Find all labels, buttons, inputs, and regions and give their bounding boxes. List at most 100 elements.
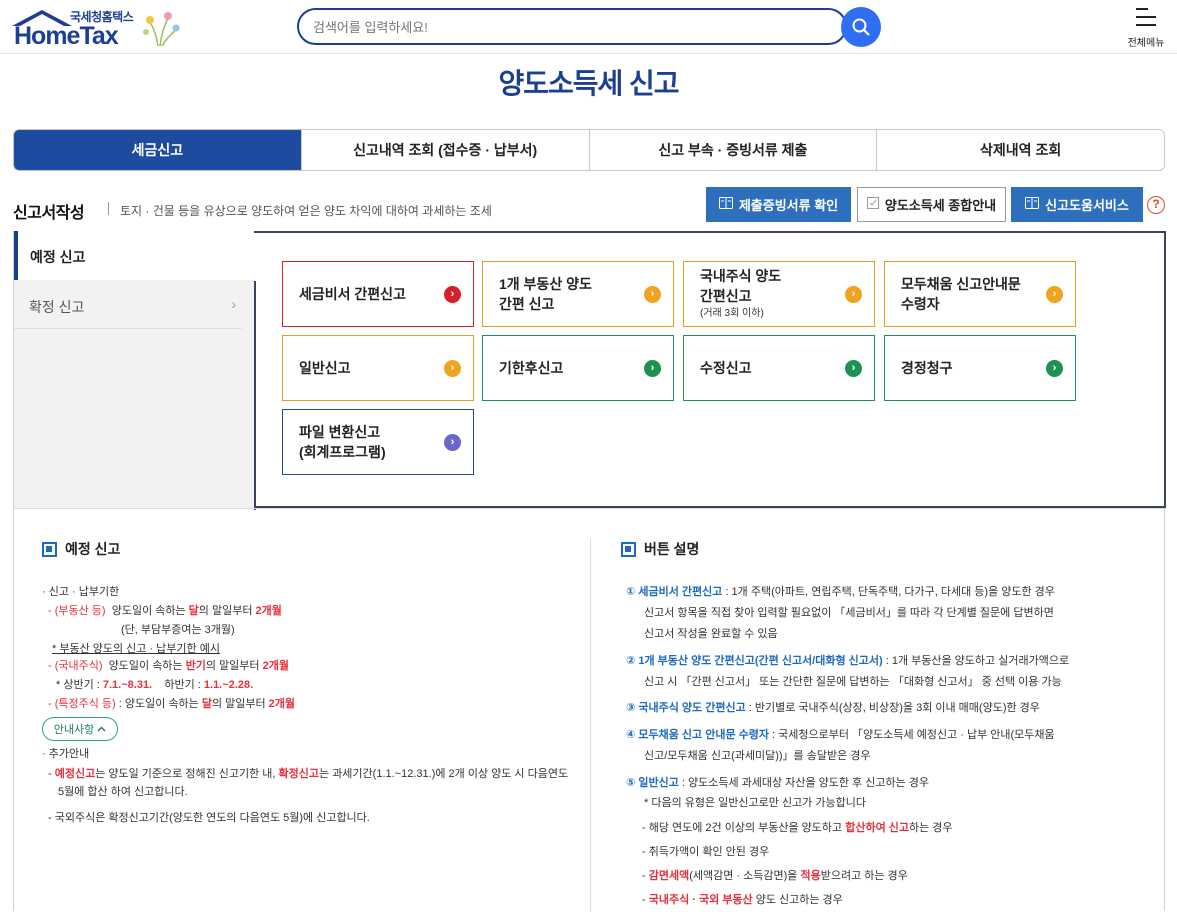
info-emphasis: 7.1.~8.31. xyxy=(102,679,153,691)
desc-line: - 해당 연도에 2건 이상의 부동산을 양도하고 합산하여 신고하는 경우 xyxy=(642,819,953,835)
book-icon xyxy=(718,197,733,212)
desc-emphasis: 국내주식 · 국외 부동산 xyxy=(648,894,753,906)
desc-text: : 반기별로 국내주식(상장, 비상장)을 3회 이내 매매(양도)한 경우 xyxy=(745,702,1040,714)
info-text: 의 말일부터 xyxy=(211,698,269,710)
left-nav: 예정 신고 확정 신고 › xyxy=(14,231,254,508)
nav-item-final-filing[interactable]: 확정 신고 › xyxy=(14,280,242,329)
card-amended-filing[interactable]: 수정신고 › xyxy=(683,335,875,401)
card-prefilled-notice-recipient[interactable]: 모두채움 신고안내문 수령자 › xyxy=(884,261,1076,327)
card-label: 경정청구 xyxy=(901,360,953,376)
desc-text: : 국세청으로부터 「양도소득세 예정신고 · 납부 안내(모두채움 xyxy=(768,729,1055,741)
overall-guide-button[interactable]: 양도소득세 종합안내 xyxy=(857,187,1006,222)
card-domestic-stock-filing[interactable]: 국내주식 양도 간편신고 (거래 3회 이하) › xyxy=(683,261,875,327)
info-emphasis: 달 xyxy=(201,698,212,710)
search-button[interactable] xyxy=(841,7,881,47)
menu-label: 전체메뉴 xyxy=(1127,38,1165,49)
filing-help-button[interactable]: 신고도움서비스 xyxy=(1011,187,1143,222)
heading-text: 예정 신고 xyxy=(65,541,121,557)
desc-text: (세액감면 · 소득감면)을 xyxy=(689,870,801,882)
info-emphasis: 예정신고 xyxy=(54,768,96,780)
search-bar[interactable] xyxy=(297,8,847,45)
desc-text: 하는 경우 xyxy=(909,822,953,834)
desc-text: 양도 신고하는 경우 xyxy=(752,894,843,906)
info-text: 의 말일부터 xyxy=(205,660,263,672)
card-correction-claim[interactable]: 경정청구 › xyxy=(884,335,1076,401)
desc-number: ③ xyxy=(626,702,639,714)
desc-line: 신고 시 「간편 신고서」 또는 간단한 질문에 답변하는 「대화형 신고서」 … xyxy=(644,676,1062,688)
desc-emphasis: 합산하여 신고 xyxy=(845,822,909,834)
card-label-line1: 파일 변환신고 xyxy=(299,424,381,440)
info-emphasis: 2개월 xyxy=(268,698,296,710)
desc-emphasis: 국내주식 양도 간편신고 xyxy=(638,702,746,714)
info-text: : 양도일이 속하는 xyxy=(115,698,202,710)
card-label-line2: (회계프로그램) xyxy=(299,444,386,460)
square-bullet-icon xyxy=(621,541,636,557)
desc-emphasis: 일반신고 xyxy=(638,777,679,789)
column-divider xyxy=(590,539,591,912)
info-line: - (특정주식 등) : 양도일이 속하는 달의 말일부터 2개월 xyxy=(48,695,295,711)
desc-number: ① xyxy=(626,586,639,598)
desc-emphasis: 적용 xyxy=(800,870,821,882)
desc-emphasis: 감면세액 xyxy=(648,870,690,882)
info-line: · 추가안내 xyxy=(42,748,90,760)
search-input[interactable] xyxy=(313,17,833,37)
card-label-line1: 국내주식 양도 xyxy=(700,268,782,284)
info-emphasis: 달 xyxy=(188,605,199,617)
chevron-right-icon: › xyxy=(444,434,461,451)
desc-number: ④ xyxy=(626,729,639,741)
card-sub-label: (거래 3회 이하) xyxy=(700,308,764,319)
card-file-conversion-filing[interactable]: 파일 변환신고 (회계프로그램) › xyxy=(282,409,474,475)
tab-filing-history[interactable]: 신고내역 조회 (접수증 · 납부서) xyxy=(300,130,589,170)
desc-text: : 1개 부동산을 양도하고 실거래가액으로 xyxy=(882,655,1070,667)
nav-item-label: 확정 신고 xyxy=(29,299,85,315)
desc-emphasis: 모두채움 신고 안내문 수령자 xyxy=(638,729,769,741)
hometax-logo[interactable]: 국세청홈택스 HomeTax xyxy=(12,6,187,50)
main-tabs: 세금신고 신고내역 조회 (접수증 · 납부서) 신고 부속 · 증빙서류 제출… xyxy=(13,129,1165,171)
desc-line: * 다음의 유형은 일반신고로만 신고가 가능합니다 xyxy=(644,797,866,809)
card-label-line1: 모두채움 신고안내문 xyxy=(901,276,1021,292)
chevron-right-icon: › xyxy=(1046,360,1063,377)
info-emphasis: 2개월 xyxy=(255,605,282,617)
card-single-property-filing[interactable]: 1개 부동산 양도 간편 신고 › xyxy=(482,261,674,327)
tab-tax-filing[interactable]: 세금신고 xyxy=(14,130,301,170)
logo-big-text: HomeTax xyxy=(14,22,119,50)
required-docs-button[interactable]: 제출증빙서류 확인 xyxy=(706,187,851,222)
info-emphasis: 1.1.~2.28. xyxy=(203,679,254,691)
card-tax-assistant-filing[interactable]: 세금비서 간편신고 › xyxy=(282,261,474,327)
desc-number: ② xyxy=(626,655,639,667)
info-text: 하반기 : xyxy=(164,679,204,691)
info-line[interactable]: * 부동산 양도의 신고 · 납부기한 예시 xyxy=(52,640,220,656)
all-menu-button[interactable]: 전체메뉴 xyxy=(1124,6,1168,50)
info-line: (단, 부담부증여는 3개월) xyxy=(121,624,235,636)
button-description-heading: 버튼 설명 xyxy=(621,539,699,559)
chevron-right-icon: › xyxy=(644,360,661,377)
desc-line: - 국내주식 · 국외 부동산 양도 신고하는 경우 xyxy=(642,891,843,907)
desc-line: ① 세금비서 간편신고 : 1개 주택(아파트, 연립주택, 단독주택, 다가구… xyxy=(626,583,1055,599)
filing-options: 세금비서 간편신고 › 1개 부동산 양도 간편 신고 › 국내주식 양도간편신고… xyxy=(254,231,1166,510)
nav-item-scheduled-filing[interactable]: 예정 신고 xyxy=(14,231,254,280)
guide-toggle-button[interactable]: 안내사항 xyxy=(42,717,118,741)
card-general-filing[interactable]: 일반신고 › xyxy=(282,335,474,401)
desc-line: ② 1개 부동산 양도 간편신고(간편 신고서/대화형 신고서) : 1개 부동… xyxy=(626,652,1069,668)
info-line: - 국외주식은 확정신고기간(양도한 연도의 다음연도 5월)에 신고합니다. xyxy=(48,812,370,824)
card-late-filing[interactable]: 기한후신고 › xyxy=(482,335,674,401)
info-text: 의 말일부터 xyxy=(198,605,256,617)
info-text: * 상반기 : xyxy=(56,679,103,691)
help-icon[interactable]: ? xyxy=(1147,196,1165,214)
tab-deleted-history[interactable]: 삭제내역 조회 xyxy=(876,130,1164,170)
info-emphasis: - (특정주식 등) xyxy=(48,698,116,710)
guide-toggle-label: 안내사항 xyxy=(53,724,95,736)
desc-line: 신고서 항목을 직접 찾아 입력할 필요없이 「세금비서」를 따라 각 단계별 … xyxy=(644,607,1054,619)
tab-document-submit[interactable]: 신고 부속 · 증빙서류 제출 xyxy=(588,130,877,170)
desc-emphasis: 세금비서 간편신고 xyxy=(638,586,723,598)
card-label: 세금비서 간편신고 xyxy=(299,286,406,302)
info-emphasis: 확정신고 xyxy=(278,768,320,780)
header: 국세청홈택스 HomeTax 전체메뉴 xyxy=(0,0,1177,54)
info-text: 양도일이 속하는 xyxy=(108,660,186,672)
info-emphasis: - (국내주식) xyxy=(48,660,103,672)
info-text: 는 양도일 기준으로 정해진 신고기한 내, xyxy=(95,768,279,780)
divider xyxy=(108,202,109,215)
card-label-line2: 간편신고 xyxy=(700,288,752,304)
filing-panel: 예정 신고 확정 신고 › 세금비서 간편신고 › 1개 부동산 양도 간편 신고… xyxy=(13,231,1166,912)
info-line: 5월에 합산 하여 신고합니다. xyxy=(58,786,188,798)
